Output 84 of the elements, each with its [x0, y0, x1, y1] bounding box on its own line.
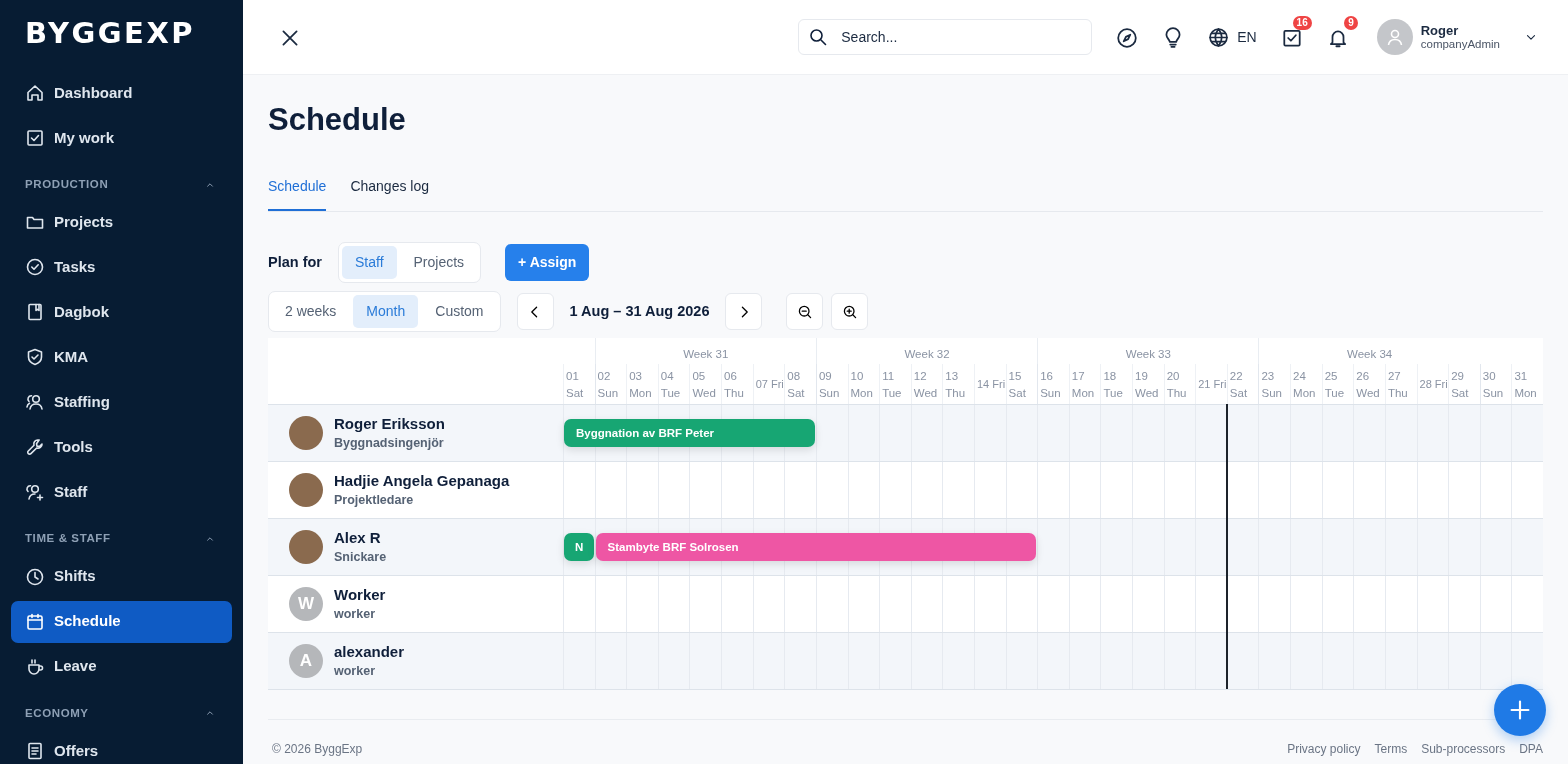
count-badge: 16: [1292, 16, 1312, 30]
person-role: Byggnadsingenjör: [334, 435, 445, 453]
add-button[interactable]: [1494, 684, 1546, 736]
tasks-button[interactable]: 16: [1280, 16, 1312, 49]
calendar-icon: [25, 611, 45, 632]
week-label: Week 33: [1037, 338, 1259, 365]
language-button[interactable]: EN: [1208, 26, 1257, 48]
page-title: Schedule: [268, 101, 407, 139]
assign-button[interactable]: + Assign: [505, 244, 590, 282]
checkbox-icon: [25, 128, 45, 148]
tab[interactable]: Changes log: [350, 176, 429, 212]
person-name: Alex R: [334, 528, 382, 549]
week-label: Week 32: [815, 338, 1038, 365]
tab[interactable]: Schedule: [268, 176, 327, 212]
zoom-out-icon: [796, 303, 813, 320]
sidebar-item[interactable]: Staffing: [11, 381, 232, 424]
sidebar-item[interactable]: Schedule: [11, 600, 232, 643]
compass-icon: [1116, 26, 1139, 49]
sidebar-item[interactable]: Tasks: [11, 246, 232, 289]
footer-link[interactable]: Privacy policy: [1287, 740, 1361, 759]
sidebar-item[interactable]: Shifts: [11, 555, 232, 598]
user-menu[interactable]: Roger companyAdmin: [1376, 19, 1538, 55]
segment-option[interactable]: Staff: [342, 246, 397, 280]
week-label: Week 34: [1258, 338, 1480, 365]
person-name: Roger Eriksson: [334, 414, 445, 435]
sidebar-item[interactable]: Dashboard: [11, 72, 232, 114]
photo-placeholder: [289, 473, 323, 508]
notifications-button[interactable]: 9: [1326, 16, 1358, 49]
count-badge: 9: [1344, 16, 1358, 30]
house-icon: [25, 83, 45, 103]
sidebar-item[interactable]: Offers: [11, 729, 232, 764]
footer-link[interactable]: Terms: [1374, 740, 1408, 759]
plus-icon: [1508, 698, 1532, 722]
sidebar-item[interactable]: Leave: [11, 645, 232, 688]
sidebar-item[interactable]: Dagbok: [11, 291, 232, 334]
sidebar-item[interactable]: Staff: [11, 471, 232, 514]
section-header: PRODUCTION: [25, 177, 109, 192]
check-circle-icon: [25, 257, 45, 278]
range-option[interactable]: 2 weeks: [272, 295, 350, 329]
photo-placeholder: [289, 416, 323, 451]
globe-icon: [1208, 26, 1230, 48]
person-role: worker: [334, 606, 376, 624]
person-name: alexander: [334, 642, 405, 663]
copyright: © 2026 ByggExp: [272, 741, 363, 759]
user-name: Roger: [1420, 23, 1460, 38]
section-header: TIME & STAFF: [25, 531, 111, 547]
search-icon: [808, 27, 829, 47]
section-header: ECONOMY: [25, 705, 89, 721]
range-option[interactable]: Month: [353, 295, 419, 329]
sidebar-item[interactable]: KMA: [11, 336, 232, 379]
compass-button[interactable]: [1116, 25, 1139, 49]
people-icon: [25, 392, 45, 413]
avatar: W: [289, 587, 323, 622]
clock-icon: [25, 566, 45, 587]
document-icon: [25, 740, 45, 761]
date-range: 1 Aug – 31 Aug 2026: [569, 301, 710, 321]
user-role: companyAdmin: [1420, 38, 1500, 51]
sidebar-item[interactable]: My work: [11, 117, 232, 159]
person-role: Projektledare: [334, 492, 415, 510]
person-name: Hadjie Angela Gepanaga: [334, 471, 510, 492]
plan-for-label: Plan for: [268, 252, 322, 272]
avatar: A: [289, 644, 323, 679]
person-plus-icon: [25, 482, 45, 503]
person-name: Worker: [334, 585, 386, 606]
sidebar-item[interactable]: Tools: [11, 426, 232, 469]
week-label: Week 31: [594, 338, 816, 365]
book-icon: [25, 302, 45, 323]
zoom-out-button[interactable]: [786, 293, 824, 331]
logo: BYGGEXP: [24, 15, 197, 52]
search-field[interactable]: Search...: [798, 19, 1093, 55]
person-role: Snickare: [334, 549, 387, 567]
footer-link[interactable]: Sub-processors: [1421, 740, 1506, 759]
range-option[interactable]: Custom: [422, 295, 497, 329]
avatar-icon: [1376, 19, 1413, 55]
segment-option[interactable]: Projects: [400, 246, 478, 280]
photo-placeholder: [289, 530, 323, 565]
cup-icon: [25, 656, 45, 677]
person-role: worker: [334, 663, 376, 681]
shield-check-icon: [25, 347, 45, 368]
wrench-icon: [25, 437, 45, 458]
sidebar-item[interactable]: Projects: [11, 201, 232, 244]
zoom-in-button[interactable]: [831, 293, 869, 331]
zoom-in-icon: [841, 303, 858, 320]
footer-link[interactable]: DPA: [1519, 740, 1543, 759]
